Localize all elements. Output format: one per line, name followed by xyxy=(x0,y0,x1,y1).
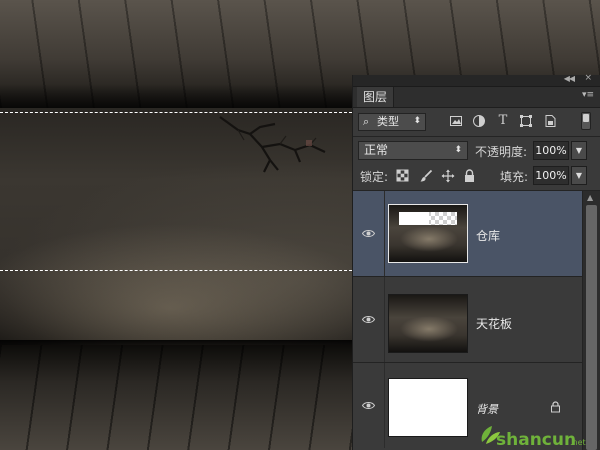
lock-icon[interactable] xyxy=(463,169,477,183)
lock-icon xyxy=(550,401,562,413)
updown-arrows-icon: ⬍ xyxy=(454,145,462,155)
layer-row-warehouse[interactable]: 仓库 xyxy=(353,191,582,277)
layer-thumbnail[interactable] xyxy=(388,294,468,353)
panel-tab-row: 图层 ▾≡ xyxy=(353,87,600,108)
collapse-panel-icon[interactable]: ◀◀ xyxy=(564,74,575,83)
adjustment-filter-icon[interactable] xyxy=(472,114,486,128)
smart-object-filter-icon[interactable] xyxy=(543,114,557,128)
blend-mode-select[interactable]: 正常 ⬍ xyxy=(358,141,468,160)
filter-toggle[interactable] xyxy=(581,112,591,130)
eye-icon xyxy=(362,402,375,409)
filter-row: ⌕ 类型 ⬍ T xyxy=(353,108,600,136)
image-filter-icon[interactable] xyxy=(449,114,463,128)
layer-row-ceiling[interactable]: 天花板 xyxy=(353,277,582,363)
fill-label: 填充: xyxy=(500,170,529,184)
layer-thumbnail[interactable] xyxy=(388,204,468,263)
scroll-up-icon[interactable]: ▲ xyxy=(587,193,593,202)
lock-label: 锁定: xyxy=(360,170,389,184)
transparency-lock-icon[interactable] xyxy=(396,169,410,183)
layer-thumbnail[interactable] xyxy=(388,378,468,437)
text-filter-icon[interactable]: T xyxy=(496,114,510,128)
visibility-toggle[interactable] xyxy=(353,277,385,362)
scrollbar-thumb[interactable] xyxy=(586,205,597,450)
selection-marquee[interactable] xyxy=(0,112,352,271)
visibility-toggle[interactable] xyxy=(353,363,385,448)
lock-row: 锁定: 填充: 100% ▼ xyxy=(353,163,600,190)
fill-dropdown-button[interactable]: ▼ xyxy=(571,166,587,185)
filter-kind-label: 类型 xyxy=(377,115,399,128)
panel-menu-icon[interactable]: ▾≡ xyxy=(582,90,594,100)
brush-icon[interactable] xyxy=(419,169,433,183)
blend-row: 正常 ⬍ 不透明度: 100% ▼ xyxy=(353,137,600,163)
eye-icon xyxy=(362,230,375,237)
move-icon[interactable] xyxy=(441,169,455,183)
blend-mode-value: 正常 xyxy=(364,143,389,157)
shape-filter-icon[interactable] xyxy=(519,114,533,128)
close-panel-icon[interactable]: × xyxy=(584,73,592,83)
search-icon: ⌕ xyxy=(363,115,370,128)
updown-arrows-icon: ⬍ xyxy=(413,116,421,126)
opacity-input[interactable]: 100% xyxy=(533,141,569,160)
eye-icon xyxy=(362,316,375,323)
layer-name[interactable]: 仓库 xyxy=(476,227,500,244)
opacity-label: 不透明度: xyxy=(475,145,528,159)
layers-panel: ◀◀ × 图层 ▾≡ ⌕ 类型 ⬍ T 正常 ⬍ 不透明度: 100% ▼ 锁定… xyxy=(352,73,600,450)
fill-input[interactable]: 100% xyxy=(533,166,569,185)
transparency-checker xyxy=(399,212,457,225)
visibility-toggle[interactable] xyxy=(353,191,385,276)
watermark-text: shancun xyxy=(496,430,576,450)
shancun-watermark: shancun .net xyxy=(481,426,586,450)
watermark-suffix: .net xyxy=(570,438,586,447)
filter-kind-select[interactable]: ⌕ 类型 ⬍ xyxy=(358,113,426,131)
layer-name[interactable]: 背景 xyxy=(476,401,498,417)
opacity-dropdown-button[interactable]: ▼ xyxy=(571,141,587,160)
tab-layers[interactable]: 图层 xyxy=(357,87,395,107)
layers-scrollbar[interactable]: ▲ xyxy=(582,191,600,450)
panel-titlebar[interactable]: ◀◀ × xyxy=(353,73,600,87)
layer-name[interactable]: 天花板 xyxy=(476,315,512,332)
